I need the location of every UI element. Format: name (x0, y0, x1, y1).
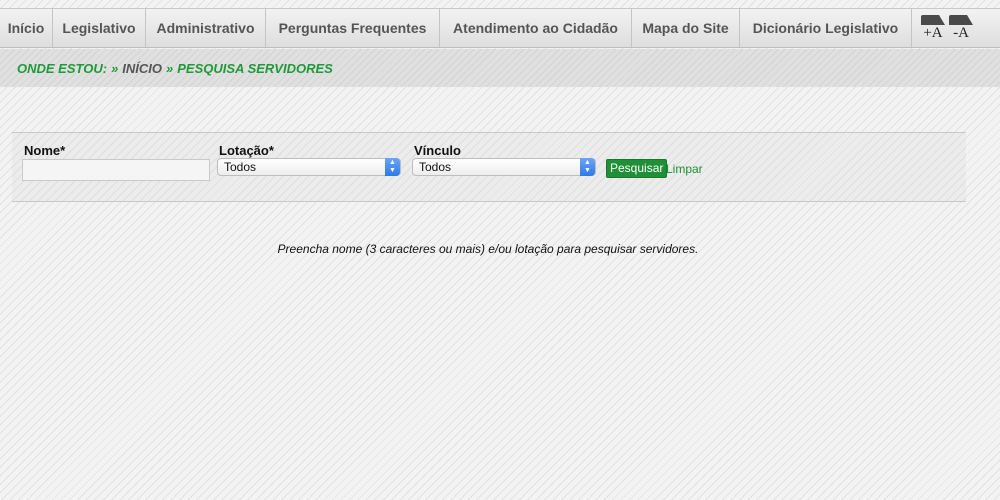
breadcrumb-current: PESQUISA SERVIDORES (177, 60, 333, 76)
font-decrease-button[interactable]: -A (949, 13, 973, 43)
font-decrease-icon (949, 15, 973, 25)
vinculo-select[interactable]: Todos ▲ ▼ (412, 158, 596, 176)
top-navigation: Início Legislativo Administrativo Pergun… (0, 8, 1000, 48)
clear-link[interactable]: Limpar (666, 162, 703, 176)
nav-item-administrativo[interactable]: Administrativo (146, 9, 266, 47)
nav-item-dicionario-legislativo[interactable]: Dicionário Legislativo (740, 9, 912, 47)
vinculo-selected-value: Todos (419, 160, 452, 174)
search-hint-message: Preencha nome (3 caracteres ou mais) e/o… (277, 242, 699, 256)
nav-item-atendimento-ao-cidadao[interactable]: Atendimento ao Cidadão (440, 9, 632, 47)
breadcrumb-separator: » (166, 60, 174, 76)
vinculo-label: Vínculo (414, 143, 461, 158)
name-label: Nome* (24, 143, 66, 158)
lotacao-selected-value: Todos (224, 160, 257, 174)
font-increase-icon (921, 15, 945, 25)
nav-item-perguntas-frequentes[interactable]: Perguntas Frequentes (266, 9, 440, 47)
breadcrumb-prefix: ONDE ESTOU: (17, 60, 108, 76)
font-size-controls: +A -A (912, 9, 973, 47)
select-arrows-icon: ▲ ▼ (385, 158, 400, 176)
breadcrumb-separator: » (111, 60, 119, 76)
nav-item-inicio[interactable]: Início (0, 9, 53, 47)
search-panel: Nome* Lotação* Todos ▲ ▼ Vínculo Todos ▲ ▼… (12, 132, 966, 202)
breadcrumb: ONDE ESTOU: » INÍCIO » PESQUISA SERVIDOR… (0, 49, 1000, 87)
font-decrease-label: -A (953, 25, 969, 41)
nav-item-mapa-do-site[interactable]: Mapa do Site (632, 9, 740, 47)
name-input[interactable] (22, 159, 210, 181)
breadcrumb-home-link[interactable]: INÍCIO (122, 61, 162, 76)
select-arrows-icon: ▲ ▼ (580, 158, 595, 176)
lotacao-label: Lotação* (219, 143, 274, 158)
font-increase-label: +A (923, 25, 943, 41)
lotacao-select[interactable]: Todos ▲ ▼ (217, 158, 401, 176)
search-button[interactable]: Pesquisar (606, 159, 668, 178)
font-increase-button[interactable]: +A (921, 13, 945, 43)
nav-item-legislativo[interactable]: Legislativo (53, 9, 146, 47)
